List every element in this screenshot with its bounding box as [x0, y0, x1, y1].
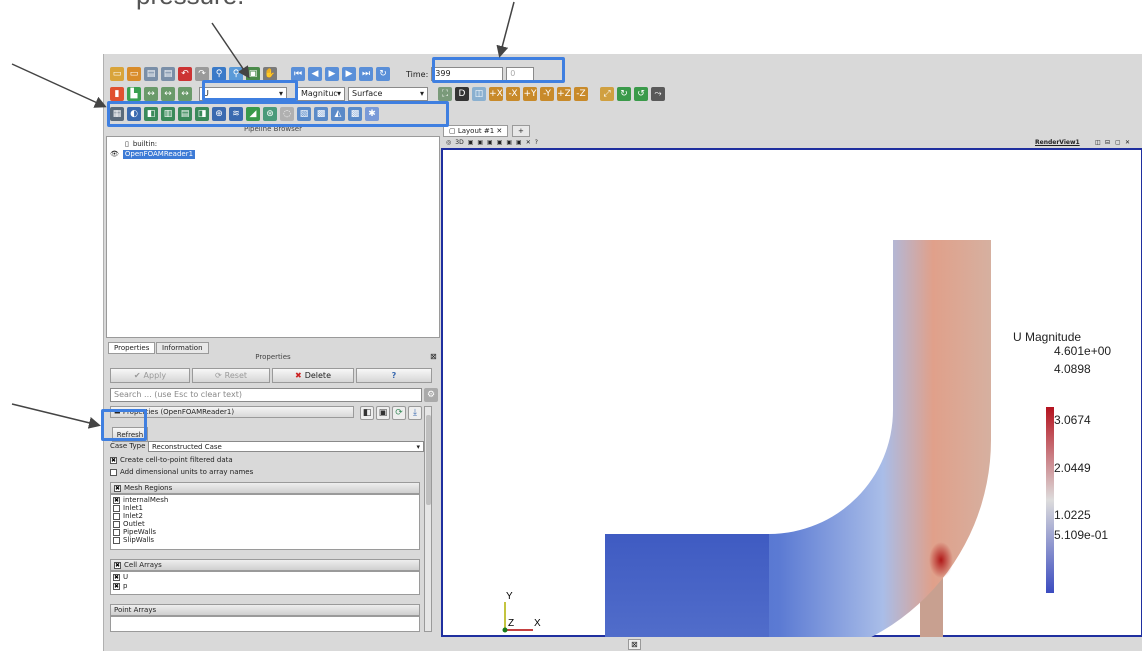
arrow-to-time [496, 1, 515, 58]
arrow-to-refresh [11, 403, 101, 429]
arrow-to-filters [11, 63, 107, 108]
arrow-to-variable [211, 22, 250, 79]
annotation-arrows [11, 1, 515, 429]
